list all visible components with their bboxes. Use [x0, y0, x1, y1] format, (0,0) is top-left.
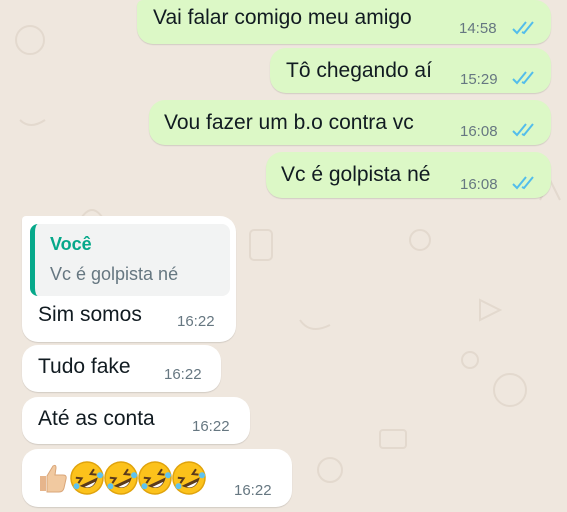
- message-time: 16:22: [234, 482, 272, 499]
- outgoing-message[interactable]: Vai falar comigo meu amigo 14:58: [137, 0, 551, 44]
- incoming-message[interactable]: Até as conta 16:22: [22, 397, 250, 444]
- message-text: Vou fazer um b.o contra vc: [164, 111, 414, 134]
- message-text: Vc é golpista né: [281, 163, 431, 186]
- outgoing-message[interactable]: Tô chegando aí 15:29: [270, 48, 551, 93]
- message-time: 16:22: [164, 366, 202, 383]
- message-time: 16:22: [177, 313, 215, 330]
- message-time: 16:08: [460, 123, 498, 140]
- message-text: Vai falar comigo meu amigo: [153, 6, 412, 29]
- read-receipt-icon: [512, 21, 534, 35]
- message-time: 16:08: [460, 176, 498, 193]
- incoming-message[interactable]: Tudo fake 16:22: [22, 345, 221, 392]
- rolling-on-the-floor-laughing-emoji: [70, 461, 104, 495]
- message-time: 14:58: [459, 20, 497, 37]
- rolling-on-the-floor-laughing-emoji: [172, 461, 206, 495]
- incoming-message[interactable]: Você Vc é golpista né Sim somos 16:22: [22, 216, 236, 342]
- rolling-on-the-floor-laughing-emoji: [138, 461, 172, 495]
- message-text: Até as conta: [38, 407, 155, 430]
- read-receipt-icon: [512, 176, 534, 190]
- message-text: Tô chegando aí: [286, 59, 432, 82]
- read-receipt-icon: [512, 71, 534, 85]
- incoming-message[interactable]: 16:22: [22, 449, 292, 507]
- rolling-on-the-floor-laughing-emoji: [104, 461, 138, 495]
- read-receipt-icon: [512, 123, 534, 137]
- message-text: Sim somos: [38, 303, 142, 326]
- message-time: 15:29: [460, 71, 498, 88]
- outgoing-message[interactable]: Vc é golpista né 16:08: [266, 152, 551, 198]
- message-time: 16:22: [192, 418, 230, 435]
- quoted-reply[interactable]: Você Vc é golpista né: [30, 224, 230, 296]
- quoted-author: Você: [50, 234, 92, 254]
- outgoing-message[interactable]: Vou fazer um b.o contra vc 16:08: [149, 100, 551, 145]
- message-text: Tudo fake: [38, 355, 131, 378]
- quoted-text: Vc é golpista né: [50, 264, 179, 284]
- thumbs-up-emoji: [40, 464, 67, 493]
